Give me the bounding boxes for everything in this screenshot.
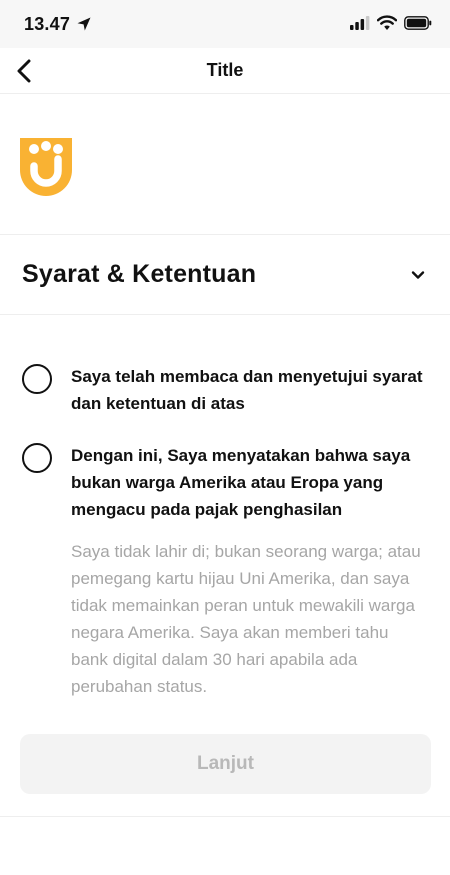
tax-declaration-option[interactable]: Dengan ini, Saya menyatakan bahwa saya b… [22, 442, 432, 523]
battery-icon [404, 15, 432, 30]
terms-section-title: Syarat & Ketentuan [22, 260, 257, 288]
status-bar: 13.47 [0, 0, 450, 48]
location-arrow-icon [77, 17, 91, 31]
status-time: 13.47 [24, 14, 71, 34]
continue-button[interactable]: Lanjut [20, 734, 431, 794]
page-title: Title [206, 60, 244, 80]
signal-icon [350, 15, 370, 30]
status-icons [350, 15, 432, 30]
tax-declaration-label: Dengan ini, Saya menyatakan bahwa saya b… [71, 446, 411, 519]
chevron-down-icon [411, 271, 425, 279]
divider [0, 816, 450, 817]
wifi-icon [377, 15, 397, 30]
logo-section [0, 95, 450, 235]
brand-logo [20, 138, 72, 196]
tax-declaration-radio[interactable] [22, 443, 52, 473]
agree-terms-option[interactable]: Saya telah membaca dan menyetujui syarat… [22, 363, 432, 417]
agree-terms-label: Saya telah membaca dan menyetujui syarat… [71, 367, 423, 413]
agree-terms-radio[interactable] [22, 364, 52, 394]
disclaimer-text: Saya tidak lahir di; bukan seorang warga… [71, 542, 421, 696]
terms-section-header[interactable]: Syarat & Ketentuan [0, 237, 450, 315]
navigation-bar: Title [0, 48, 450, 94]
